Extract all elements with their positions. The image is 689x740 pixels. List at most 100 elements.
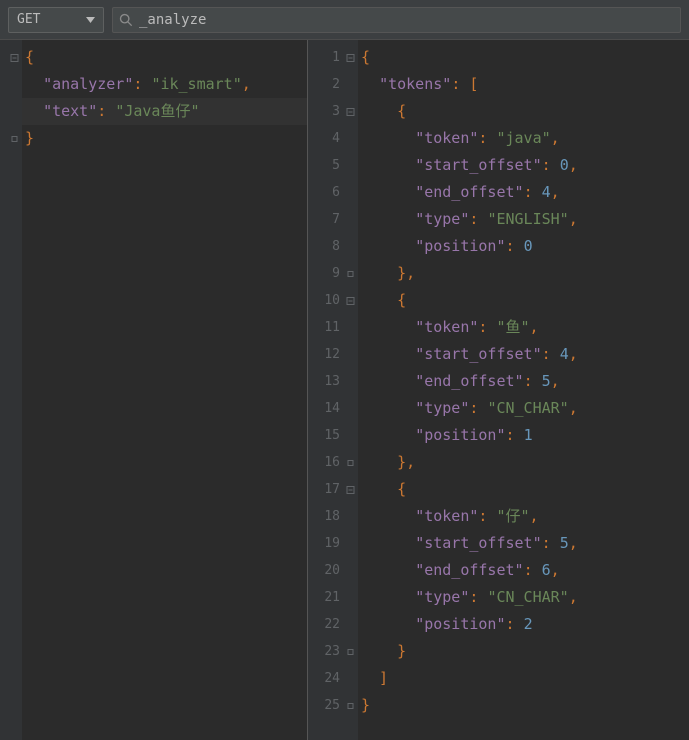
colon: : [524,183,542,201]
json-key: "position" [415,615,505,633]
json-number: 1 [524,426,533,444]
request-toolbar: GET [0,0,689,40]
colon: : [478,318,496,336]
json-number: 5 [560,534,569,552]
fold-toggle-icon[interactable] [346,647,355,656]
brace: { [361,48,370,66]
line-number: 6 [332,185,340,200]
fold-toggle-icon[interactable] [346,701,355,710]
json-key: "analyzer" [43,75,133,93]
line-number: 22 [324,617,340,632]
comma: , [551,372,560,390]
comma: , [530,507,539,525]
comma: , [569,345,578,363]
line-number: 16 [324,455,340,470]
request-url-input[interactable] [139,12,674,28]
json-key: "end_offset" [415,183,523,201]
json-number: 0 [524,237,533,255]
request-url-field[interactable] [112,7,681,33]
json-number: 2 [524,615,533,633]
search-icon [119,13,133,27]
json-key: "start_offset" [415,345,541,363]
comma: , [551,561,560,579]
json-number: 4 [542,183,551,201]
json-string: "java" [496,129,550,147]
fold-toggle-icon[interactable] [346,296,355,305]
line-number: 18 [324,509,340,524]
json-string: "鱼" [496,318,529,336]
fold-toggle-icon[interactable] [10,53,19,62]
line-number: 21 [324,590,340,605]
json-string: "ENGLISH" [487,210,568,228]
brace: { [361,291,406,309]
punc: : [ [451,75,478,93]
fold-toggle-icon[interactable] [346,53,355,62]
json-key: "token" [415,129,478,147]
json-string: "仔" [496,507,529,525]
colon: : [469,210,487,228]
json-key: "position" [415,237,505,255]
json-key: "text" [43,102,97,120]
colon: : [542,345,560,363]
fold-toggle-icon[interactable] [346,107,355,116]
colon: : [524,561,542,579]
colon: : [506,237,524,255]
line-number: 7 [332,212,340,227]
response-code[interactable]: { "tokens": [ { "token": "java", "start_… [358,40,689,740]
fold-toggle-icon[interactable] [346,269,355,278]
line-number: 2 [332,77,340,92]
line-number: 17 [324,482,340,497]
line-number: 19 [324,536,340,551]
colon: : [506,426,524,444]
json-string: "ik_smart" [151,75,241,93]
brace: } [25,129,34,147]
json-key: "token" [415,318,478,336]
colon: : [469,399,487,417]
json-key: "start_offset" [415,534,541,552]
json-key: "tokens" [379,75,451,93]
line-number: 13 [324,374,340,389]
comma: , [551,129,560,147]
json-key: "token" [415,507,478,525]
line-number: 8 [332,239,340,254]
comma: , [551,183,560,201]
fold-toggle-icon[interactable] [346,458,355,467]
json-key: "end_offset" [415,561,523,579]
response-viewer[interactable]: 1 2 3 4 5 6 7 8 9 10 11 12 13 14 15 16 1… [308,40,689,740]
comma: , [569,210,578,228]
http-method-value: GET [17,12,40,27]
line-number: 23 [324,644,340,659]
line-number: 12 [324,347,340,362]
json-number: 4 [560,345,569,363]
json-string: "Java鱼仔" [115,102,199,120]
json-string: "CN_CHAR" [487,588,568,606]
request-gutter [0,40,22,740]
brace: } [361,642,406,660]
colon: : [133,75,151,93]
colon: : [506,615,524,633]
colon: : [542,534,560,552]
json-number: 6 [542,561,551,579]
comma: , [569,588,578,606]
line-number: 10 [324,293,340,308]
brace: { [361,480,406,498]
json-number: 5 [542,372,551,390]
brace: }, [361,264,415,282]
http-method-select[interactable]: GET [8,7,104,33]
json-key: "end_offset" [415,372,523,390]
request-editor[interactable]: { "analyzer": "ik_smart", "text": "Java鱼… [0,40,308,740]
request-code[interactable]: { "analyzer": "ik_smart", "text": "Java鱼… [22,40,307,740]
json-number: 0 [560,156,569,174]
fold-toggle-icon[interactable] [346,485,355,494]
line-number: 4 [332,131,340,146]
comma: , [242,75,251,93]
line-number: 25 [324,698,340,713]
fold-toggle-icon[interactable] [10,134,19,143]
json-key: "type" [415,588,469,606]
line-number: 24 [324,671,340,686]
brace: }, [361,453,415,471]
comma: , [569,399,578,417]
colon: : [478,507,496,525]
colon: : [524,372,542,390]
json-string: "CN_CHAR" [487,399,568,417]
